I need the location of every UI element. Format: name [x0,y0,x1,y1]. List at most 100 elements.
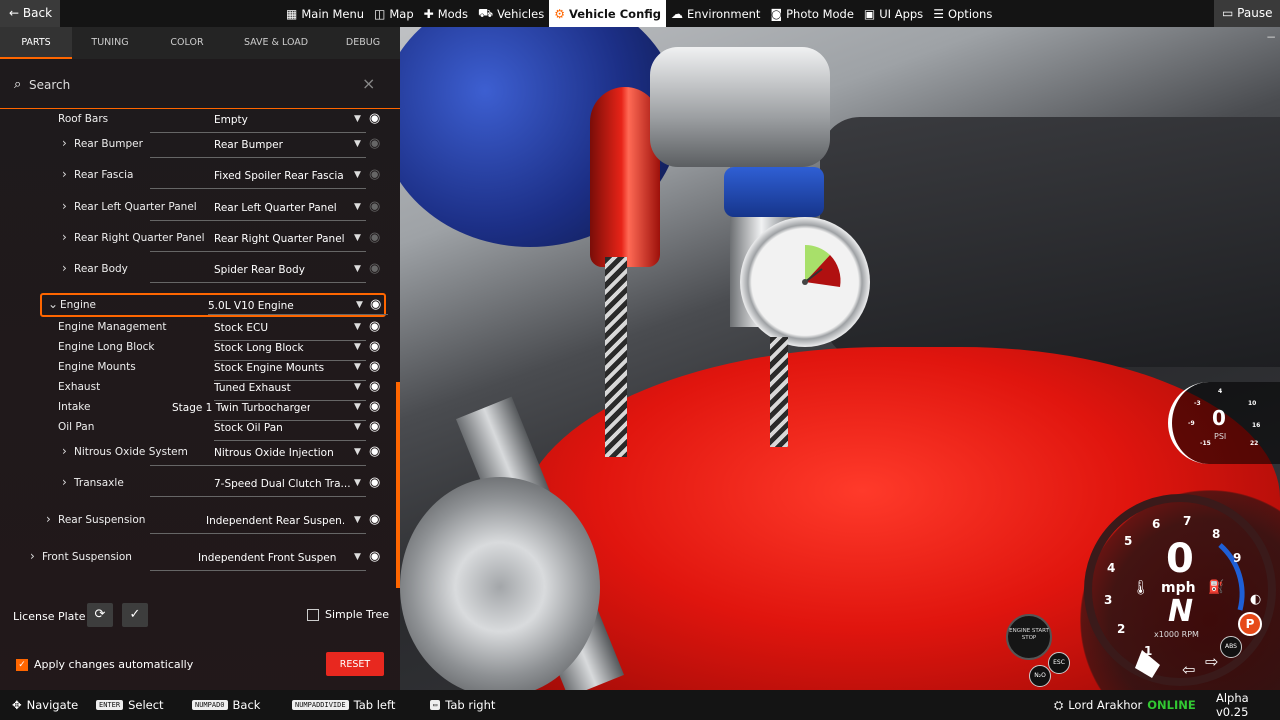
tab-color[interactable]: COLOR [148,27,226,59]
apply-plate-button[interactable]: ✓ [122,603,148,627]
part-value[interactable]: Stock Long Block [214,342,352,354]
part-value[interactable]: 7-Speed Dual Clutch Tra... [214,478,352,490]
part-row-oil-pan[interactable]: Oil Pan Stock Oil Pan ▼ ◉ [0,417,392,441]
menu-item-vehicle-config[interactable]: ⚙ Vehicle Config [549,0,667,27]
simple-tree-toggle[interactable]: Simple Tree [307,608,389,621]
simple-tree-checkbox[interactable] [307,608,319,621]
part-value[interactable]: Stock ECU [214,322,352,334]
eye-icon[interactable]: ◉ [369,475,380,490]
eye-icon[interactable]: ◉ [369,111,380,126]
part-row-rear-right-quarter-panel[interactable]: › Rear Right Quarter Panel Rear Right Quar… [0,228,392,252]
part-row-rear-body[interactable]: › Rear Body Spider Rear Body ▼ ◉ [0,259,392,283]
part-row-rear-suspension[interactable]: › Rear Suspension Independent Rear Suspen.… [0,510,392,534]
dropdown-arrow-icon[interactable]: ▼ [354,362,361,372]
part-row-rear-left-quarter-panel[interactable]: › Rear Left Quarter Panel Rear Left Quarte… [0,197,392,221]
menu-item-options[interactable]: ☰ Options [928,0,997,27]
part-value[interactable]: Empty [214,114,352,126]
part-row-roof-bars[interactable]: Roof Bars Empty ▼ ◉ [0,109,392,133]
part-value[interactable]: Independent Front Suspen... [198,552,336,564]
part-row-front-suspension[interactable]: › Front Suspension Independent Front Suspe… [0,547,392,571]
scrollbar[interactable] [396,382,400,588]
dropdown-arrow-icon[interactable]: ▼ [356,300,363,310]
randomize-plate-button[interactable]: ⟳ [87,603,113,627]
part-row-transaxle[interactable]: › Transaxle 7-Speed Dual Clutch Tra... ▼ ◉ [0,473,392,497]
menu-item-photo-mode[interactable]: ◙ Photo Mode [765,0,858,27]
eye-icon[interactable]: ◉ [369,444,380,459]
menu-item-map[interactable]: ◫ Map [369,0,419,27]
chevron-right-icon[interactable]: › [62,444,67,458]
part-value[interactable]: Fixed Spoiler Rear Fascia [214,170,352,182]
eye-icon[interactable]: ◉ [369,136,380,151]
part-value[interactable]: 5.0L V10 Engine [208,300,348,312]
part-value[interactable]: Nitrous Oxide Injection [214,447,352,459]
part-row-rear-bumper[interactable]: › Rear Bumper Rear Bumper ▼ ◉ [0,134,392,158]
dropdown-arrow-icon[interactable]: ▼ [354,447,361,457]
part-value[interactable]: Independent Rear Suspen... [206,515,344,527]
menu-item-vehicles[interactable]: ⛟ Vehicles [473,0,549,27]
chevron-right-icon[interactable]: › [62,136,67,150]
search-input[interactable] [29,74,349,96]
chevron-right-icon[interactable]: › [62,230,67,244]
chevron-right-icon[interactable]: › [62,199,67,213]
close-icon[interactable]: × [362,74,375,93]
chevron-right-icon[interactable]: › [46,512,51,526]
eye-icon[interactable]: ◉ [369,359,380,374]
dropdown-arrow-icon[interactable]: ▼ [354,114,361,124]
eye-icon[interactable]: ◉ [369,512,380,527]
apply-auto-checkbox[interactable]: ✓ [16,658,28,671]
dropdown-arrow-icon[interactable]: ▼ [354,515,361,525]
part-row-nitrous-oxide-system[interactable]: › Nitrous Oxide System Nitrous Oxide Injec… [0,442,392,466]
eye-icon[interactable]: ◉ [369,379,380,394]
apply-auto-toggle[interactable]: ✓ Apply changes automatically [16,658,193,671]
dropdown-arrow-icon[interactable]: ▼ [354,264,361,274]
tab-tuning[interactable]: TUNING [72,27,148,59]
part-value[interactable]: Rear Right Quarter Panel [214,233,352,245]
dropdown-arrow-icon[interactable]: ▼ [354,342,361,352]
dropdown-arrow-icon[interactable]: ▼ [354,478,361,488]
eye-icon[interactable]: ◉ [369,419,380,434]
part-value[interactable]: Stage 1 Twin Turbocharger System [172,402,310,414]
menu-item-mods[interactable]: ✚ Mods [419,0,473,27]
eye-icon[interactable]: ◉ [370,297,381,312]
part-row-engine[interactable]: ⌄ Engine 5.0L V10 Engine ▼ ◉ [40,293,388,317]
dropdown-arrow-icon[interactable]: ▼ [354,552,361,562]
chevron-right-icon[interactable]: › [62,261,67,275]
eye-icon[interactable]: ◉ [369,549,380,564]
tab-save-load[interactable]: SAVE & LOAD [226,27,326,59]
part-row-rear-fascia[interactable]: › Rear Fascia Fixed Spoiler Rear Fascia ▼ ◉ [0,165,392,189]
menu-item-main-menu[interactable]: ▦ Main Menu [281,0,369,27]
dropdown-arrow-icon[interactable]: ▼ [354,322,361,332]
dropdown-arrow-icon[interactable]: ▼ [354,402,361,412]
dropdown-arrow-icon[interactable]: ▼ [354,139,361,149]
tab-debug[interactable]: DEBUG [326,27,400,59]
eye-icon[interactable]: ◉ [369,399,380,414]
menu-item-environment[interactable]: ☁ Environment [666,0,765,27]
part-value[interactable]: Stock Oil Pan [214,422,352,434]
part-value[interactable]: Rear Bumper [214,139,352,151]
part-value[interactable]: Rear Left Quarter Panel [214,202,352,214]
collapse-icon[interactable]: − [1266,30,1276,44]
eye-icon[interactable]: ◉ [369,261,380,276]
eye-icon[interactable]: ◉ [369,319,380,334]
part-value[interactable]: Tuned Exhaust [214,382,352,394]
eye-icon[interactable]: ◉ [369,339,380,354]
eye-icon[interactable]: ◉ [369,167,380,182]
chevron-down-icon[interactable]: ⌄ [48,297,58,311]
chevron-right-icon[interactable]: › [62,475,67,489]
engine-start-stop-button[interactable]: ENGINE START STOP [1006,614,1052,660]
chevron-right-icon[interactable]: › [62,167,67,181]
eye-icon[interactable]: ◉ [369,230,380,245]
part-value[interactable]: Stock Engine Mounts [214,362,352,374]
dropdown-arrow-icon[interactable]: ▼ [354,202,361,212]
part-value[interactable]: Spider Rear Body [214,264,352,276]
dropdown-arrow-icon[interactable]: ▼ [354,170,361,180]
pause-button[interactable]: ▭ Pause [1214,0,1280,27]
eye-icon[interactable]: ◉ [369,199,380,214]
chevron-right-icon[interactable]: › [30,549,35,563]
reset-button[interactable]: RESET [326,652,384,676]
back-button[interactable]: ← Back [0,0,60,27]
dropdown-arrow-icon[interactable]: ▼ [354,382,361,392]
tab-parts[interactable]: PARTS [0,27,72,59]
menu-item-ui-apps[interactable]: ▣ UI Apps [859,0,928,27]
dropdown-arrow-icon[interactable]: ▼ [354,422,361,432]
